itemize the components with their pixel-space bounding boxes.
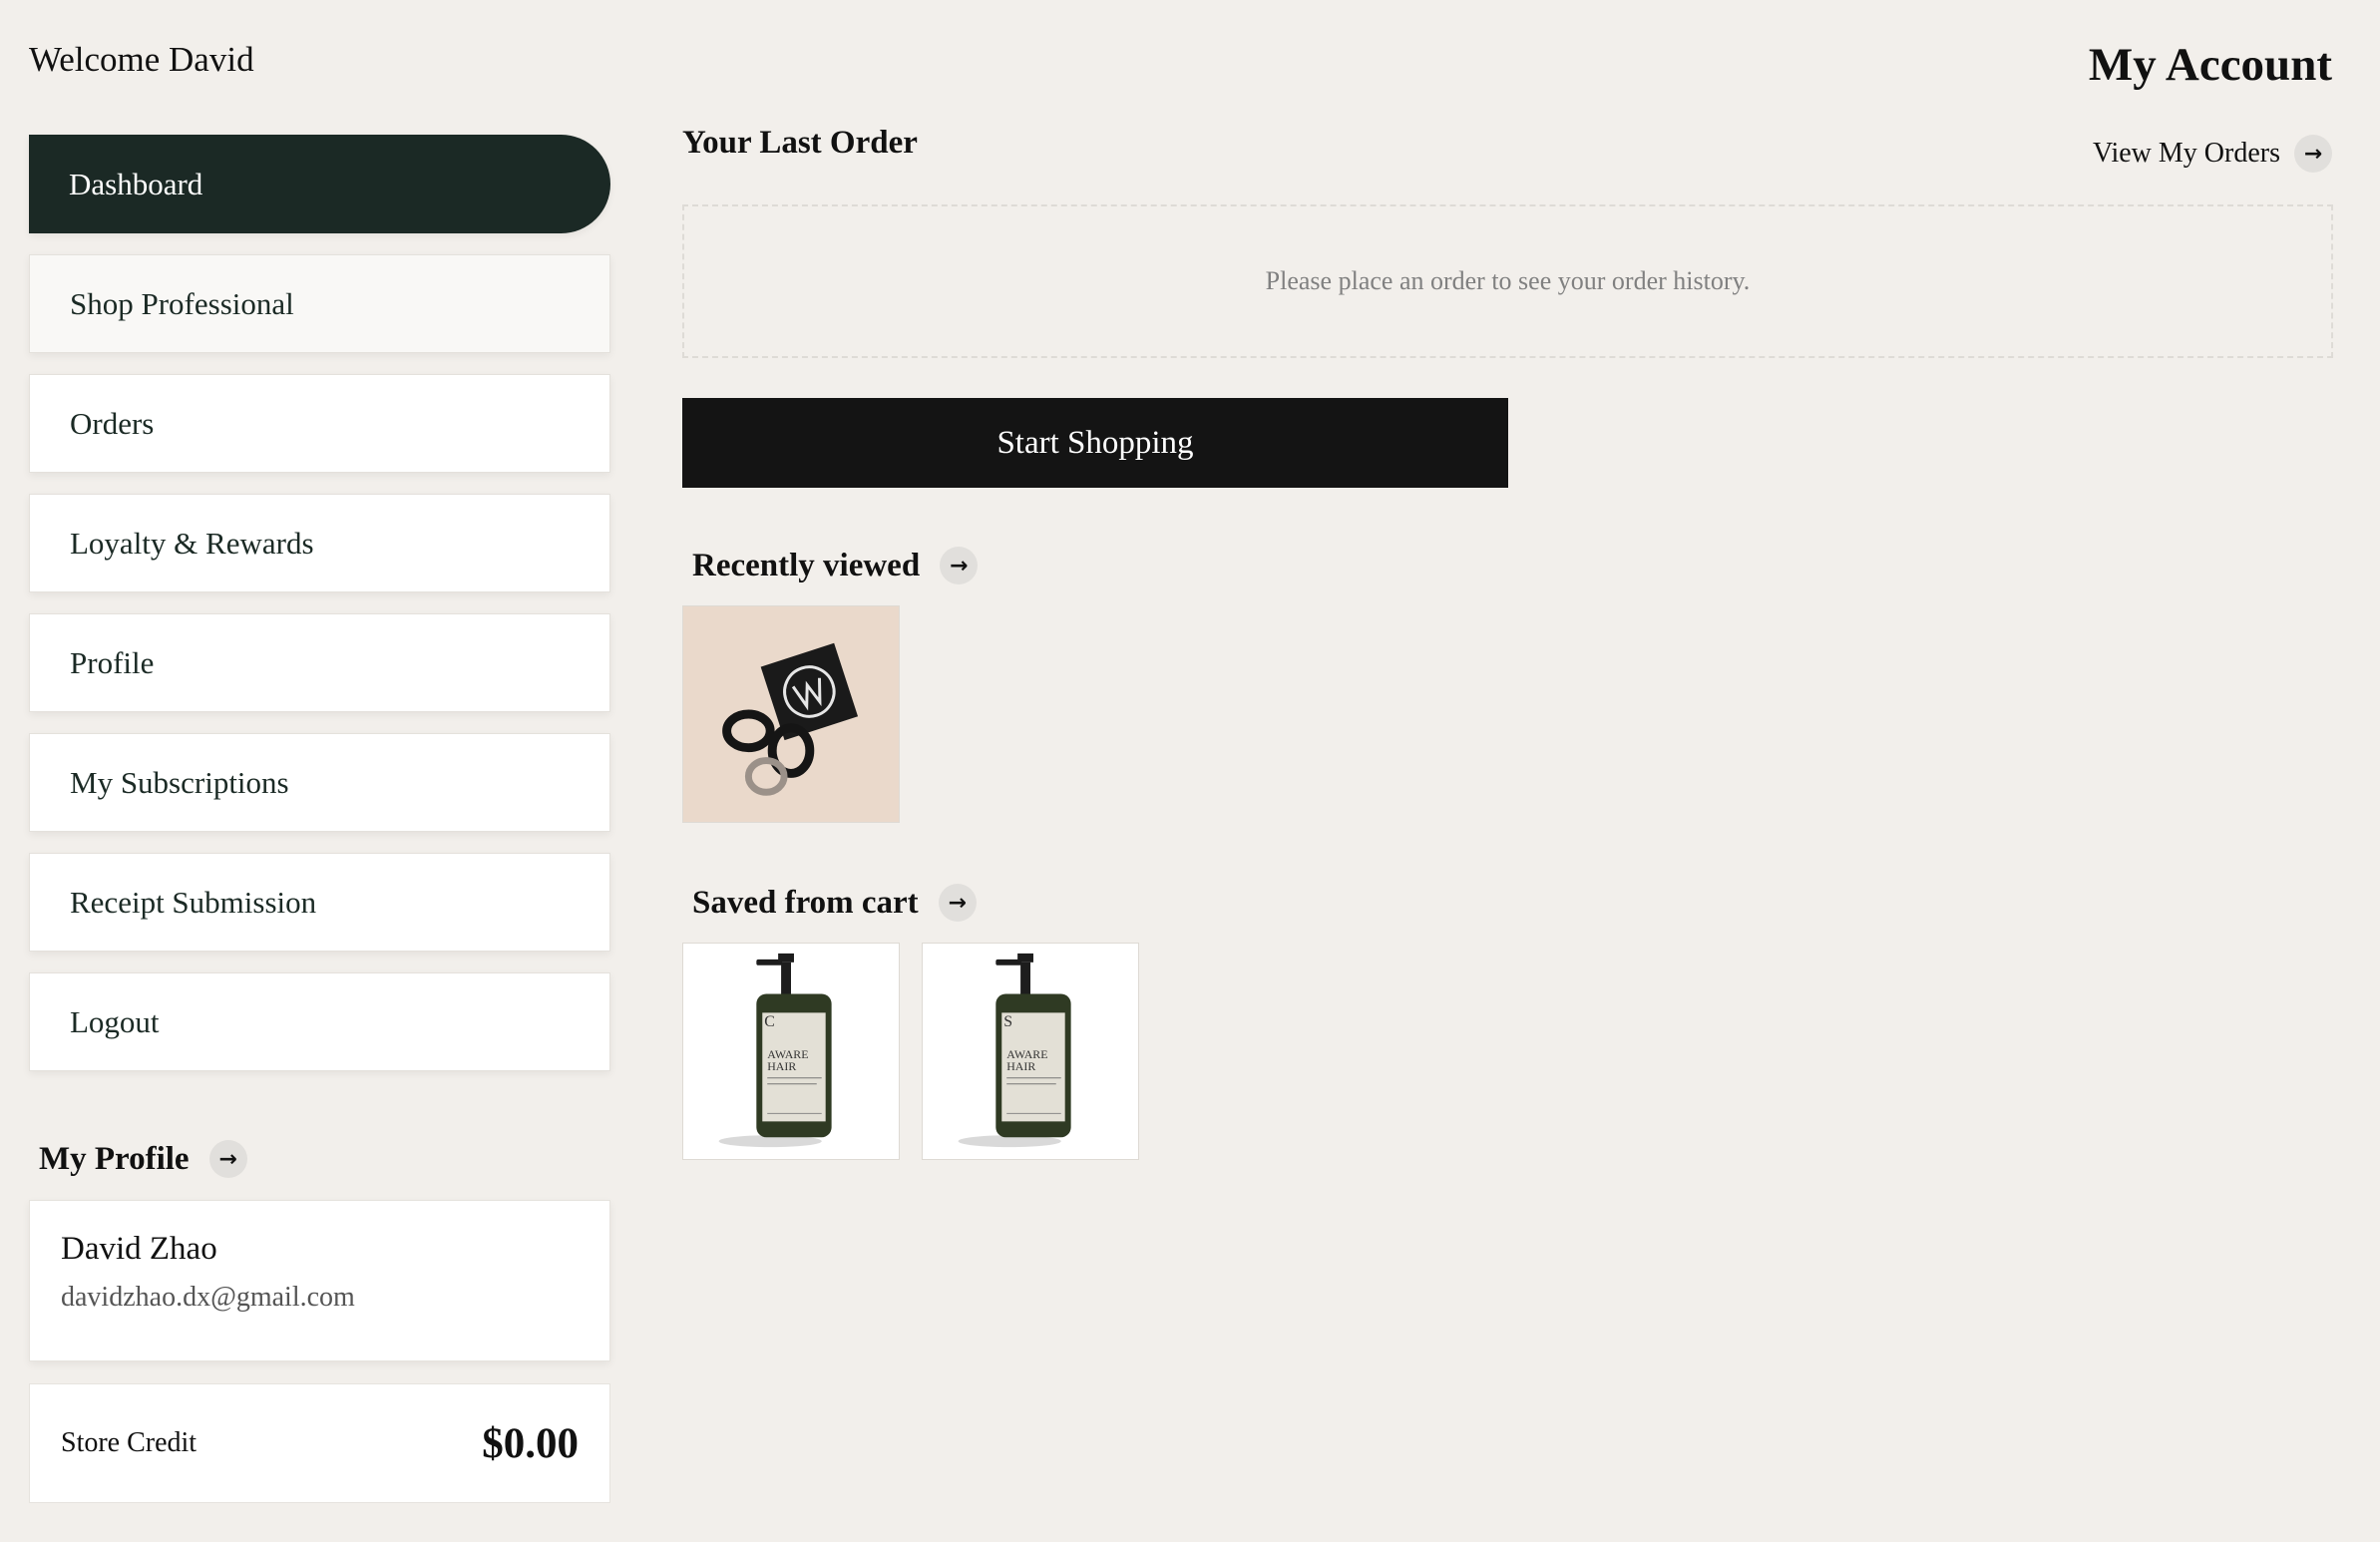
- product-label-brand: HAIR: [1006, 1059, 1035, 1073]
- product-label-letter: S: [1003, 1013, 1012, 1030]
- hair-ties-product-image: [683, 606, 899, 822]
- profile-name: David Zhao: [61, 1231, 217, 1267]
- saved-cart-product-2[interactable]: S AWARE HAIR: [922, 943, 1139, 1160]
- product-label-brand: HAIR: [767, 1059, 796, 1073]
- sidebar-nav: Dashboard Shop Professional Orders Loyal…: [29, 135, 611, 1092]
- view-my-orders-label[interactable]: View My Orders: [2093, 138, 2280, 170]
- recently-viewed-heading: Recently viewed →: [692, 547, 979, 584]
- saved-cart-product-1[interactable]: C AWARE HAIR: [682, 943, 900, 1160]
- sidebar-item-logout[interactable]: Logout: [29, 972, 610, 1071]
- sidebar-item-orders[interactable]: Orders: [29, 374, 610, 473]
- conditioner-bottle-image: C AWARE HAIR: [683, 944, 899, 1159]
- empty-order-box: Please place an order to see your order …: [682, 204, 2333, 358]
- sidebar-item-dashboard[interactable]: Dashboard: [29, 135, 610, 233]
- saved-from-cart-title: Saved from cart: [692, 884, 919, 921]
- arrow-right-icon[interactable]: →: [208, 1140, 247, 1178]
- sidebar-item-loyalty-rewards[interactable]: Loyalty & Rewards: [29, 494, 610, 592]
- sidebar-item-shop-professional[interactable]: Shop Professional: [29, 254, 610, 353]
- arrow-right-icon[interactable]: →: [2294, 135, 2332, 173]
- profile-email: davidzhao.dx@gmail.com: [61, 1282, 355, 1313]
- view-my-orders-link[interactable]: View My Orders →: [2093, 135, 2332, 173]
- recently-viewed-title: Recently viewed: [692, 547, 921, 583]
- my-profile-heading: My Profile →: [39, 1140, 247, 1178]
- last-order-heading: Your Last Order: [682, 125, 918, 161]
- arrow-right-icon[interactable]: →: [940, 547, 979, 584]
- sidebar-item-subscriptions[interactable]: My Subscriptions: [29, 733, 610, 832]
- start-shopping-button[interactable]: Start Shopping: [682, 398, 1508, 488]
- shampoo-bottle-image: S AWARE HAIR: [923, 944, 1138, 1159]
- page-title: My Account: [2088, 39, 2332, 91]
- my-profile-title: My Profile: [39, 1140, 190, 1177]
- empty-order-message: Please place an order to see your order …: [1265, 266, 1751, 295]
- sidebar-item-receipt-submission[interactable]: Receipt Submission: [29, 853, 610, 952]
- recently-viewed-product[interactable]: [682, 605, 900, 823]
- arrow-right-icon[interactable]: →: [938, 884, 977, 922]
- welcome-message: Welcome David: [29, 40, 254, 79]
- saved-from-cart-heading: Saved from cart →: [692, 884, 977, 922]
- product-label-letter: C: [764, 1013, 775, 1030]
- profile-card: David Zhao davidzhao.dx@gmail.com: [29, 1200, 610, 1361]
- store-credit-label: Store Credit: [61, 1427, 198, 1458]
- sidebar-item-profile[interactable]: Profile: [29, 613, 610, 712]
- store-credit-value: $0.00: [482, 1419, 579, 1467]
- store-credit-card: Store Credit $0.00: [29, 1383, 610, 1503]
